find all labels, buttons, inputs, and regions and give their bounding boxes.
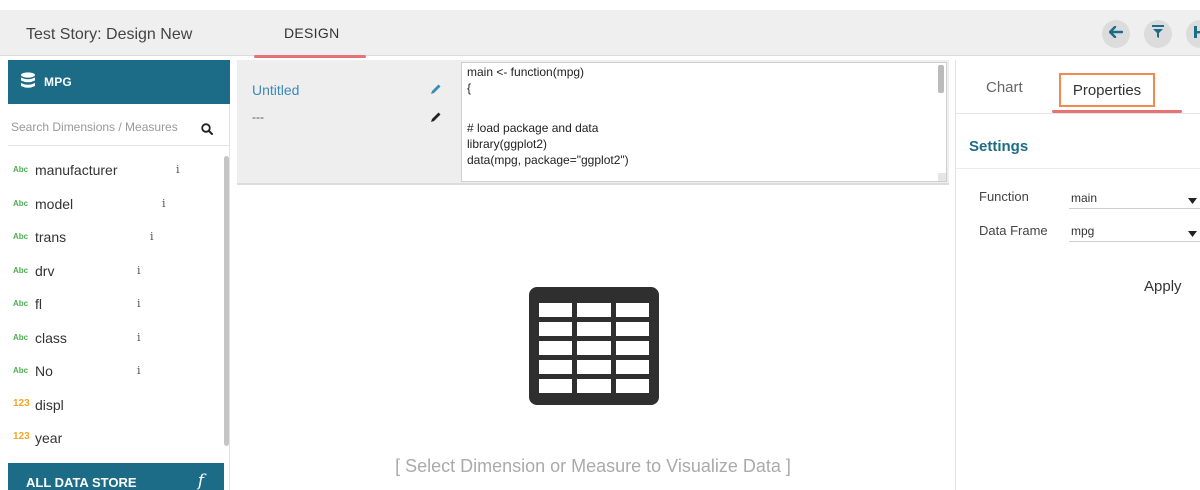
code-line: { [467,81,472,95]
info-icon[interactable]: i [137,331,141,344]
field-item-drv[interactable]: Abc drv i [8,257,218,291]
database-icon [20,72,36,97]
data-frame-value: mpg [1071,224,1095,238]
field-item-trans[interactable]: Abc trans i [8,223,218,257]
tab-design[interactable]: DESIGN [254,10,366,58]
tab-design-label: DESIGN [284,25,340,41]
editor-resize-handle[interactable] [938,173,946,181]
field-item-year[interactable]: 123 year [8,424,218,458]
save-icon [1194,25,1200,43]
field-name: displ [35,396,64,413]
dimension-type-badge: Abc [13,332,29,342]
r-code-editor[interactable]: main <- function(mpg) { # load package a… [461,62,947,182]
table-icon [529,287,659,410]
dimension-type-badge: Abc [13,299,29,308]
field-name: class [35,329,67,346]
function-label: Function [979,189,1029,204]
info-icon[interactable]: i [150,230,154,243]
dimension-type-badge: Abc [13,165,29,174]
dimension-type-badge: Abc [13,265,29,275]
field-name: drv [35,262,55,279]
arrow-left-icon [1108,25,1124,43]
field-item-class[interactable]: Abc class i [8,324,218,358]
search-row [8,112,230,146]
dimension-type-badge: Abc [13,366,29,375]
script-panel: Untitled --- main <- function(mpg) { # l… [237,60,949,185]
function-value: main [1071,191,1098,205]
visualization-area: [ Select Dimension or Measure to Visuali… [237,187,949,490]
data-frame-label: Data Frame [979,223,1048,238]
all-data-store-button[interactable]: ALL DATA STORE f [8,463,224,490]
code-line: library(ggplot2) [467,137,548,151]
search-input[interactable] [11,120,199,134]
code-line: # load package and data [467,121,599,135]
datastore-header[interactable]: MPG [8,60,230,104]
divider [956,168,1200,169]
field-list-scrollbar[interactable] [224,156,229,446]
all-data-store-label: ALL DATA STORE [26,475,137,490]
apply-button[interactable]: Apply [1144,278,1182,295]
data-sidebar: MPG Abc manufacturer i Abc model i Abc t… [0,60,230,490]
function-select[interactable]: main [1069,185,1200,209]
datastore-name: MPG [44,75,72,89]
field-item-displ[interactable]: 123 displ [8,391,218,425]
code-line: main <- function(mpg) [467,65,585,79]
design-workspace: Untitled --- main <- function(mpg) { # l… [237,60,949,490]
field-name: year [35,430,63,446]
code-scrollbar[interactable] [938,65,944,93]
function-icon[interactable]: f [198,471,204,490]
data-frame-select[interactable]: mpg [1069,218,1200,242]
info-icon[interactable]: i [162,197,166,210]
info-icon[interactable]: i [176,163,180,176]
top-actions [1102,20,1200,48]
field-list: Abc manufacturer i Abc model i Abc trans… [8,156,218,458]
tab-chart[interactable]: Chart [986,79,1023,96]
code-line: data(mpg, package="ggplot2") [467,153,629,167]
measure-type-badge: 123 [13,431,30,442]
panel-tabs: Chart Properties [956,60,1200,114]
field-item-model[interactable]: Abc model i [8,190,218,224]
field-name: No [35,363,53,379]
tab-properties-label: Properties [1072,82,1142,99]
field-item-no[interactable]: Abc No i [8,357,218,391]
edit-name-pencil-icon[interactable] [430,82,442,100]
script-description[interactable]: --- [252,110,264,124]
back-button[interactable] [1102,20,1130,48]
settings-heading: Settings [969,138,1029,155]
field-item-fl[interactable]: Abc fl i [8,290,218,324]
info-icon[interactable]: i [137,264,141,277]
top-bar: Test Story: Design New DESIGN [0,10,1200,58]
info-icon[interactable]: i [137,364,141,377]
filter-button[interactable] [1144,20,1172,48]
search-icon[interactable] [201,122,213,140]
dimension-type-badge: Abc [13,198,29,208]
measure-type-badge: 123 [13,397,30,409]
caret-down-icon [1188,224,1197,242]
field-name: manufacturer [35,162,118,178]
edit-description-pencil-icon[interactable] [430,110,442,128]
dimension-type-badge: Abc [13,232,29,241]
info-icon[interactable]: i [137,297,141,310]
tab-active-underline [254,55,366,58]
field-name: fl [35,296,42,312]
tab-active-underline [1052,110,1182,113]
story-title: Test Story: Design New [26,26,193,43]
field-item-manufacturer[interactable]: Abc manufacturer i [8,156,218,190]
tab-properties[interactable]: Properties [1059,73,1155,107]
field-name: model [35,195,74,212]
save-button[interactable] [1186,20,1200,48]
visualize-hint: [ Select Dimension or Measure to Visuali… [395,456,791,476]
filter-icon [1152,24,1164,44]
app-root: Test Story: Design New DESIGN MPG Search… [0,0,1200,490]
properties-panel: Chart Properties Settings Function main … [955,60,1200,490]
caret-down-icon [1188,191,1197,209]
script-name[interactable]: Untitled [252,82,299,98]
field-name: trans [35,229,67,245]
